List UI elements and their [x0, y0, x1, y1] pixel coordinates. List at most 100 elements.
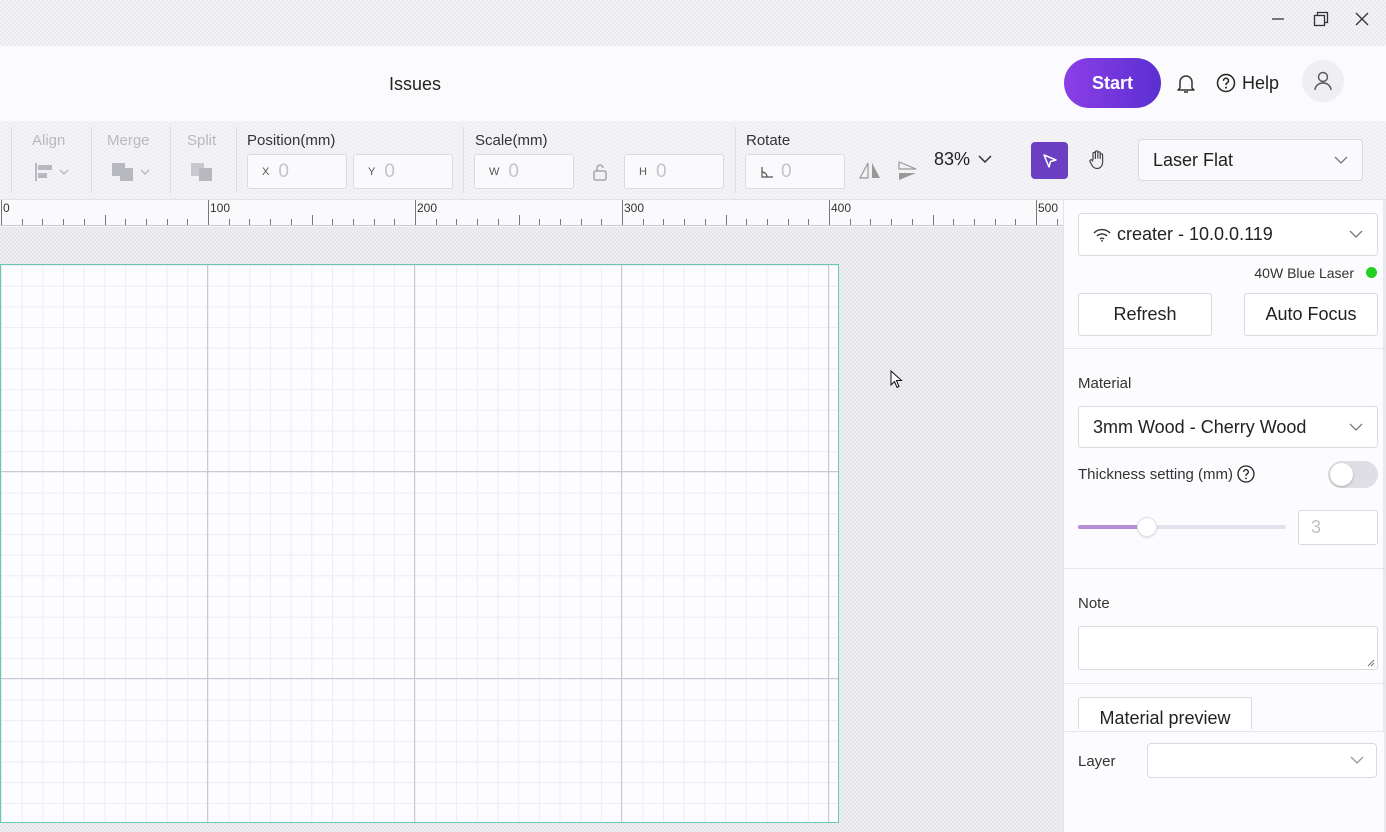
- ruler-tick: [829, 200, 830, 225]
- notification-button[interactable]: [1174, 71, 1198, 95]
- pointer-arrow-icon: [1042, 153, 1057, 168]
- issues-link[interactable]: Issues: [389, 74, 441, 95]
- thickness-input[interactable]: 3: [1298, 510, 1378, 545]
- split-shapes-icon: [191, 163, 212, 181]
- ruler-tick: [973, 219, 975, 225]
- ruler-tick: [166, 219, 168, 225]
- ruler-tick: [145, 219, 147, 225]
- zoom-dropdown[interactable]: 83%: [934, 149, 992, 170]
- aspect-lock-button[interactable]: [592, 163, 608, 181]
- pan-tool-button[interactable]: [1084, 147, 1110, 173]
- slider-handle[interactable]: [1136, 517, 1157, 537]
- select-tool-button[interactable]: [1031, 142, 1068, 179]
- scale-w-input[interactable]: W 0: [474, 154, 574, 189]
- ruler-tick: [518, 215, 520, 225]
- ruler-tick: [994, 219, 996, 225]
- layer-section: Layer: [1064, 731, 1384, 832]
- chevron-down-icon: [1334, 156, 1348, 164]
- toggle-knob: [1330, 463, 1353, 486]
- ruler-tick: [725, 215, 727, 225]
- right-settings-panel: creater - 10.0.0.119 40W Blue Laser Refr…: [1063, 200, 1386, 832]
- ruler-tick: [891, 219, 893, 225]
- thickness-toggle[interactable]: [1328, 461, 1378, 488]
- ruler-tick: [580, 219, 582, 225]
- scale-h-value: 0: [655, 160, 667, 182]
- mouse-cursor-icon: [890, 369, 903, 389]
- close-window-button[interactable]: [1351, 8, 1373, 30]
- device-select[interactable]: creater - 10.0.0.119: [1078, 213, 1378, 256]
- ruler-tick: [601, 219, 603, 225]
- flip-vertical-icon: [898, 161, 917, 180]
- start-button[interactable]: Start: [1064, 58, 1161, 108]
- ruler-tick: [932, 215, 934, 225]
- ruler-tick: [63, 219, 65, 225]
- ruler-label: 200: [417, 201, 438, 215]
- thickness-setting: Thickness setting (mm): [1078, 464, 1256, 484]
- ruler-tick: [104, 215, 106, 225]
- position-y-input[interactable]: Y 0: [353, 154, 453, 189]
- material-preview-button[interactable]: Material preview: [1078, 697, 1252, 729]
- chevron-down-icon: [978, 155, 992, 164]
- position-x-value: 0: [278, 160, 289, 182]
- help-button[interactable]: Help: [1216, 71, 1279, 95]
- auto-focus-button[interactable]: Auto Focus: [1244, 293, 1378, 336]
- merge-label: Merge: [107, 132, 150, 149]
- scale-h-input[interactable]: H 0: [624, 154, 724, 189]
- layer-select[interactable]: [1147, 743, 1377, 778]
- toolbar-divider: [236, 127, 237, 193]
- canvas-major-grid: [1, 265, 838, 822]
- ruler-tick: [1015, 219, 1017, 225]
- ruler-tick: [125, 219, 127, 225]
- refresh-button[interactable]: Refresh: [1078, 293, 1212, 336]
- minimize-button[interactable]: [1267, 8, 1289, 30]
- hand-icon: [1089, 150, 1104, 170]
- ruler-tick: [953, 219, 955, 225]
- restore-button[interactable]: [1310, 8, 1332, 30]
- work-area-canvas[interactable]: [0, 264, 839, 823]
- device-name: creater - 10.0.0.119: [1117, 224, 1273, 244]
- question-circle-icon[interactable]: [1236, 464, 1256, 484]
- split-button[interactable]: [190, 161, 216, 183]
- scale-label: Scale(mm): [475, 132, 548, 149]
- split-label: Split: [187, 132, 217, 149]
- machine-mode-select[interactable]: Laser Flat: [1138, 139, 1363, 181]
- ruler-label: 500: [1038, 201, 1059, 215]
- position-x-input[interactable]: X 0: [247, 154, 347, 189]
- rotate-input[interactable]: 0: [745, 154, 845, 189]
- ruler-tick: [42, 219, 44, 225]
- ruler-tick: [1, 200, 2, 225]
- ruler-tick: [332, 219, 334, 225]
- material-select[interactable]: 3mm Wood - Cherry Wood: [1078, 406, 1378, 448]
- ruler-tick: [704, 219, 706, 225]
- ruler-tick: [870, 219, 872, 225]
- ruler-tick: [228, 219, 230, 225]
- ruler-tick: [849, 219, 851, 225]
- user-icon: [1314, 71, 1332, 91]
- ruler-tick: [766, 219, 768, 225]
- laser-type-label: 40W Blue Laser: [1254, 265, 1354, 281]
- ruler-tick: [83, 219, 85, 225]
- flip-horizontal-button[interactable]: [859, 161, 881, 181]
- flip-vertical-button[interactable]: [897, 160, 919, 182]
- thickness-slider[interactable]: [1078, 517, 1286, 537]
- ruler-tick: [208, 200, 209, 225]
- merge-dropdown[interactable]: [111, 161, 155, 183]
- layer-label: Layer: [1078, 753, 1116, 770]
- user-avatar[interactable]: [1302, 60, 1344, 102]
- ruler-label: 300: [624, 201, 645, 215]
- toolbar-divider: [735, 127, 736, 193]
- note-textarea[interactable]: [1078, 626, 1378, 670]
- ruler-tick: [456, 219, 458, 225]
- flip-horizontal-icon: [859, 162, 880, 179]
- panel-divider: [1064, 683, 1386, 684]
- material-label: Material: [1078, 375, 1132, 392]
- workspace[interactable]: [0, 227, 1063, 832]
- ruler-tick: [1036, 200, 1037, 225]
- ruler-tick: [746, 219, 748, 225]
- ruler-tick: [435, 219, 437, 225]
- edit-toolbar: Align Merge Split Position(mm) X 0 Y 0 S…: [0, 121, 1386, 200]
- ruler-tick: [539, 219, 541, 225]
- ruler-tick: [622, 200, 623, 225]
- resize-grip-icon[interactable]: [1366, 658, 1375, 667]
- align-dropdown[interactable]: [34, 161, 74, 183]
